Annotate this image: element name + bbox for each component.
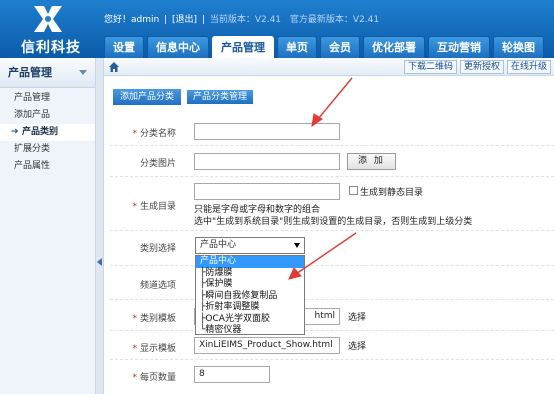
- annotation-arrow: [311, 77, 353, 128]
- annotation-arrows: [288, 77, 357, 280]
- annotation-arrow: [288, 232, 357, 280]
